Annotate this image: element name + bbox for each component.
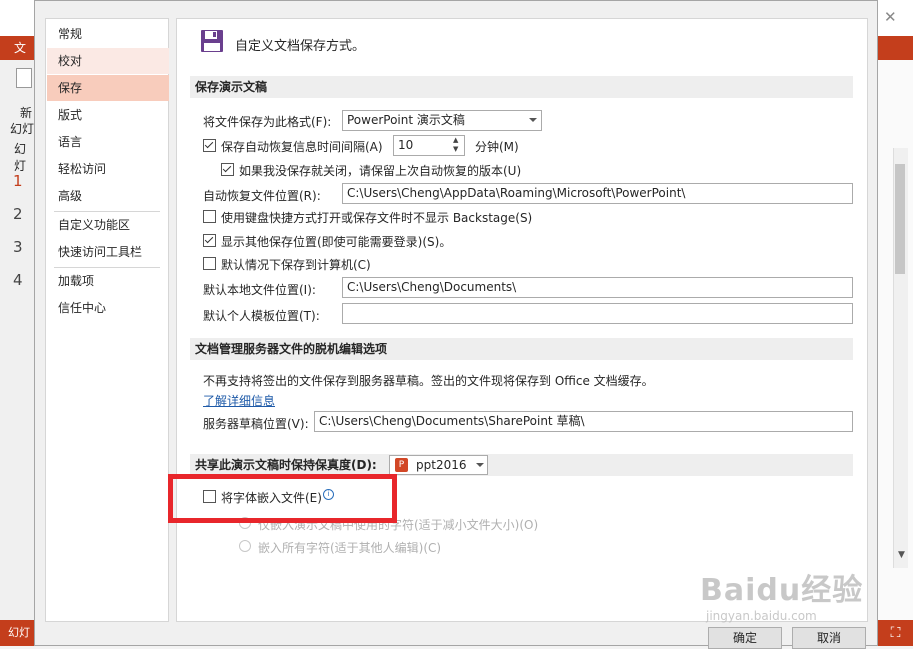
ribbon-new-label-2: 幻灯 <box>10 122 35 136</box>
ribbon-right-edge <box>878 36 913 60</box>
format-label: 将文件保存为此格式(F): <box>203 115 332 129</box>
show-other-locations-label: 显示其他保存位置(即使可能需要登录)(S)。 <box>221 235 452 249</box>
watermark-text: Baidu经验 <box>700 573 864 608</box>
baidu-watermark: Baidu经验 jingyan.baidu.com <box>700 565 870 625</box>
nav-item-save[interactable]: 保存 <box>47 75 169 101</box>
nav-item-language[interactable]: 语言 <box>47 129 169 155</box>
interval-value: 10 <box>398 138 414 152</box>
close-icon[interactable]: ✕ <box>884 8 897 26</box>
save-to-computer-label: 默认情况下保存到计算机(C) <box>221 258 371 272</box>
save-icon <box>201 30 223 52</box>
section-header-fidelity: 共享此演示文稿时保持保真度(D): <box>190 454 853 476</box>
nav-item-layout[interactable]: 版式 <box>47 102 169 128</box>
learn-more-link[interactable]: 了解详细信息 <box>203 392 275 409</box>
nav-item-quick-access-toolbar[interactable]: 快速访问工具栏 <box>47 239 169 265</box>
keep-last-version-label: 如果我没保存就关闭，请保留上次自动恢复的版本(U) <box>239 164 522 178</box>
nav-item-add-ins[interactable]: 加载项 <box>47 268 169 294</box>
drafts-path-label: 服务器草稿位置(V): <box>203 417 309 431</box>
format-select[interactable]: PowerPoint 演示文稿 <box>342 110 542 131</box>
template-path-field[interactable] <box>342 303 853 324</box>
status-bar-left: 幻灯 <box>0 620 34 646</box>
slide-number[interactable]: 3 <box>13 238 23 256</box>
server-notice: 不再支持将签出的文件保存到服务器草稿。签出的文件现将保存到 Office 文档缓… <box>203 374 654 388</box>
template-path-label: 默认个人模板位置(T): <box>203 309 320 323</box>
slide-number[interactable]: 4 <box>13 271 23 289</box>
autorecover-path-label: 自动恢复文件位置(R): <box>203 189 321 203</box>
autorecover-path-field[interactable]: C:\Users\Cheng\AppData\Roaming\Microsoft… <box>342 183 853 204</box>
save-to-computer-checkbox[interactable] <box>203 257 216 270</box>
embed-all-chars-radio[interactable] <box>239 540 251 552</box>
nav-item-accessibility[interactable]: 轻松访问 <box>47 156 169 182</box>
show-other-locations-checkbox[interactable] <box>203 234 216 247</box>
new-slide-icon[interactable] <box>16 68 32 88</box>
chevron-down-icon <box>529 118 537 122</box>
nav-item-proofing[interactable]: 校对 <box>47 48 169 74</box>
presentation-select-value: ppt2016 <box>416 458 467 472</box>
scroll-down-arrow-icon[interactable]: ▼ <box>898 550 905 560</box>
nav-item-advanced[interactable]: 高级 <box>47 183 169 209</box>
nav-item-trust-center[interactable]: 信任中心 <box>47 295 169 321</box>
local-path-label: 默认本地文件位置(I): <box>203 283 316 297</box>
page-title: 自定义文档保存方式。 <box>235 39 366 54</box>
no-backstage-checkbox[interactable] <box>203 210 216 223</box>
slide-number[interactable]: 2 <box>13 205 23 223</box>
background-scrollbar-thumb[interactable] <box>895 164 905 274</box>
autorecover-checkbox[interactable] <box>203 139 216 152</box>
nav-item-general[interactable]: 常规 <box>47 21 169 47</box>
spinner-arrows-icon[interactable]: ▲ ▼ <box>453 136 458 154</box>
autorecover-label: 保存自动恢复信息时间间隔(A) <box>221 140 383 154</box>
minutes-label: 分钟(M) <box>475 140 519 154</box>
annotation-highlight-box <box>168 474 397 523</box>
embed-all-chars-label: 嵌入所有字符(适于其他人编辑)(C) <box>258 541 442 555</box>
section-header-save: 保存演示文稿 <box>190 76 853 98</box>
ribbon-file-tab[interactable]: 文 <box>0 36 34 60</box>
watermark-url: jingyan.baidu.com <box>706 609 817 623</box>
ribbon-slides-label: 幻灯 <box>14 142 27 173</box>
options-nav: 常规 校对 保存 版式 语言 轻松访问 高级 自定义功能区 快速访问工具栏 加载… <box>45 18 169 622</box>
slide-number[interactable]: 1 <box>13 172 23 190</box>
drafts-path-field[interactable]: C:\Users\Cheng\Documents\SharePoint 草稿\ <box>314 411 853 432</box>
local-path-field[interactable]: C:\Users\Cheng\Documents\ <box>342 277 853 298</box>
fit-slide-icon[interactable]: ⛶ <box>878 620 913 646</box>
ribbon-new-label: 新 <box>20 106 33 120</box>
keep-last-version-checkbox[interactable] <box>221 163 234 176</box>
no-backstage-label: 使用键盘快捷方式打开或保存文件时不显示 Backstage(S) <box>221 211 533 225</box>
nav-item-customize-ribbon[interactable]: 自定义功能区 <box>47 212 169 238</box>
powerpoint-file-icon: P <box>395 458 408 472</box>
section-header-server: 文档管理服务器文件的脱机编辑选项 <box>190 338 853 360</box>
chevron-down-icon <box>476 463 484 467</box>
background-left-pane: 新 幻灯 幻灯 1 2 3 4 <box>0 60 34 620</box>
format-select-value: PowerPoint 演示文稿 <box>347 113 465 127</box>
